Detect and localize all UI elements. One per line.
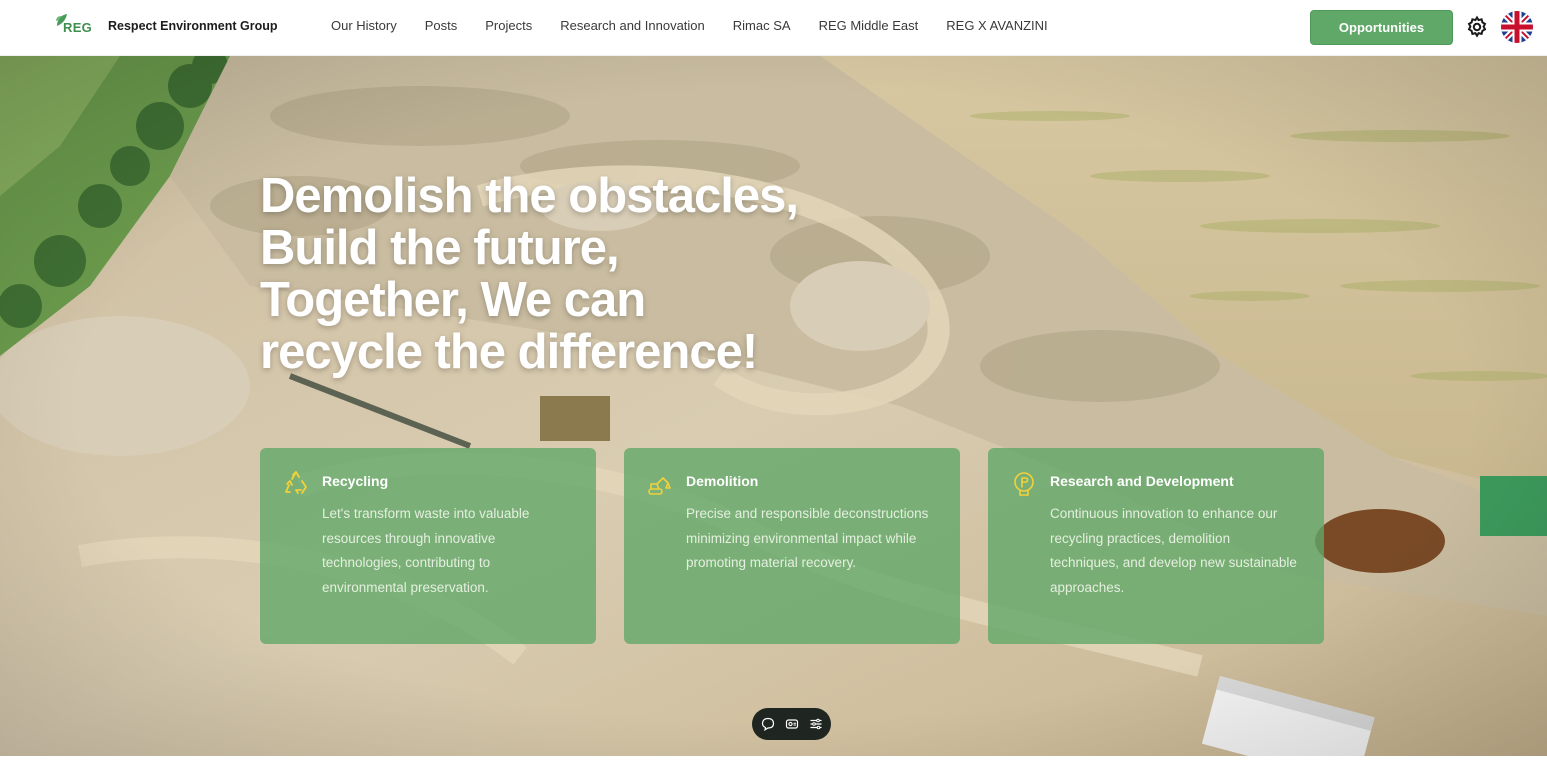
floating-widget <box>752 708 831 740</box>
hero-heading-line-3: Together, We can <box>260 273 646 327</box>
hero-heading-line-2: Build the future, <box>260 221 620 275</box>
menu-icon[interactable] <box>809 717 823 731</box>
nav-projects[interactable]: Projects <box>485 18 532 33</box>
nav-posts[interactable]: Posts <box>425 18 458 33</box>
demolition-card[interactable]: Demolition Precise and responsible decon… <box>624 448 960 644</box>
card-title: Recycling <box>322 473 389 489</box>
opportunities-button[interactable]: Opportunities <box>1310 10 1453 45</box>
research-development-card[interactable]: Research and Development Continuous inno… <box>988 448 1324 644</box>
gear-icon[interactable] <box>1465 15 1489 39</box>
card-description: Continuous innovation to enhance our rec… <box>1050 506 1297 595</box>
nav-reg-x-avanzini[interactable]: REG X AVANZINI <box>946 18 1047 33</box>
site-header: REG Respect Environment Group Our Histor… <box>0 0 1547 56</box>
nav-our-history[interactable]: Our History <box>331 18 397 33</box>
hero-section: Demolish the obstacles, Build the future… <box>0 56 1547 756</box>
brand-name[interactable]: Respect Environment Group <box>108 19 277 33</box>
nav-research-innovation[interactable]: Research and Innovation <box>560 18 705 33</box>
nav-rimac-sa[interactable]: Rimac SA <box>733 18 791 33</box>
reg-logo[interactable]: REG <box>54 12 94 38</box>
chat-icon[interactable] <box>761 717 775 731</box>
hero-heading-line-1: Demolish the obstacles, <box>260 169 799 223</box>
card-description: Let's transform waste into valuable reso… <box>322 506 530 595</box>
nav-reg-middle-east[interactable]: REG Middle East <box>819 18 919 33</box>
excavator-icon <box>648 477 671 495</box>
card-description: Precise and responsible deconstructions … <box>686 506 929 570</box>
lightbulb-icon <box>1014 472 1034 496</box>
hero-heading-line-4: recycle the difference! <box>260 325 758 379</box>
hero-background-image <box>0 56 1547 756</box>
card-title: Research and Development <box>1050 473 1234 489</box>
recycle-icon <box>285 471 307 494</box>
card-icon[interactable] <box>785 717 799 731</box>
main-nav: Our History Posts Projects Research and … <box>331 18 1048 33</box>
recycling-card[interactable]: Recycling Let's transform waste into val… <box>260 448 596 644</box>
hero-heading: Demolish the obstacles, Build the future… <box>260 170 960 378</box>
card-title: Demolition <box>686 473 759 489</box>
uk-flag-icon[interactable] <box>1501 11 1533 43</box>
logo-text: REG <box>63 20 93 35</box>
